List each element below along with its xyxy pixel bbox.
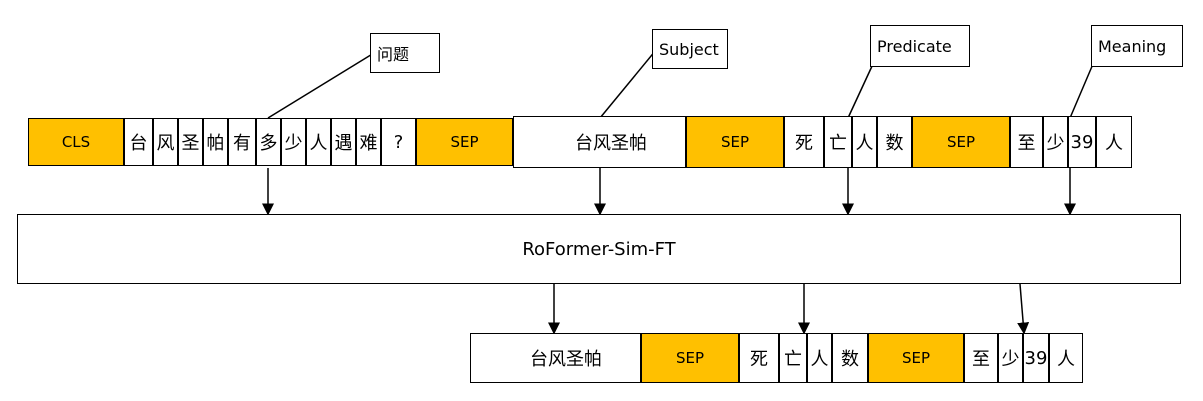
output-token: 少	[998, 333, 1023, 383]
input-token: 至	[1010, 116, 1043, 168]
output-token: 39	[1023, 333, 1049, 383]
input-token: 少	[281, 118, 306, 166]
question-label: 问题	[370, 33, 440, 73]
input-token: 遇	[331, 118, 356, 166]
predicate-label: Predicate	[870, 25, 970, 67]
subject-span: 台风圣帕	[470, 333, 641, 383]
output-arrow-meaning	[1017, 283, 1030, 335]
sep-token: SEP	[686, 116, 784, 168]
input-token: 有	[228, 118, 256, 166]
question-callout-line	[267, 52, 375, 119]
sep-token: SEP	[868, 333, 964, 383]
output-token: 至	[964, 333, 998, 383]
output-token: 人	[807, 333, 832, 383]
input-token: 多	[256, 118, 281, 166]
input-token: 圣	[178, 118, 203, 166]
output-token: 数	[832, 333, 868, 383]
input-token: 难	[356, 118, 381, 166]
subject-span: 台风圣帕	[513, 116, 686, 168]
input-token: 人	[1096, 116, 1132, 168]
output-token: 死	[739, 333, 779, 383]
output-token: 人	[1049, 333, 1083, 383]
subject-label: Subject	[652, 29, 728, 69]
sep-token: SEP	[416, 118, 513, 166]
sep-token: SEP	[912, 116, 1010, 168]
meaning-callout-line	[1069, 63, 1094, 119]
input-token: 少	[1043, 116, 1068, 168]
input-token: 死	[784, 116, 824, 168]
input-token: 台	[124, 118, 153, 166]
input-token: 人	[852, 116, 877, 168]
input-token: 帕	[203, 118, 228, 166]
input-token: 人	[306, 118, 331, 166]
input-token: 39	[1068, 116, 1096, 168]
predicate-callout-line	[847, 63, 874, 119]
output-token: 亡	[779, 333, 807, 383]
input-token: 数	[877, 116, 912, 168]
cls-token: CLS	[28, 118, 124, 166]
input-token: 亡	[824, 116, 852, 168]
input-token: ?	[381, 118, 416, 166]
meaning-label: Meaning	[1091, 25, 1183, 67]
input-token: 风	[153, 118, 178, 166]
model-block: RoFormer-Sim-FT	[17, 214, 1181, 284]
subject-callout-line	[599, 49, 657, 119]
sep-token: SEP	[641, 333, 739, 383]
